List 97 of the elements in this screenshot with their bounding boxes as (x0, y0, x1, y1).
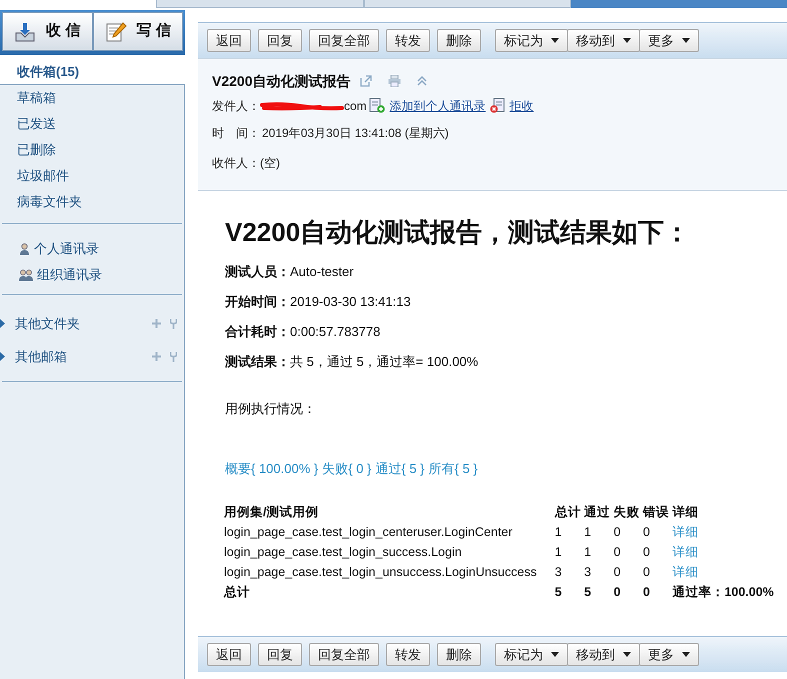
toolbar-button[interactable]: 移动到 (567, 643, 640, 666)
add-icon[interactable] (152, 352, 161, 361)
detail-link[interactable]: 详细 (672, 545, 698, 559)
toolbar-button[interactable]: 返回 (207, 643, 251, 666)
table-cell-text: 1 (554, 524, 563, 541)
table-cell-text: 通过率：100.00% (672, 584, 775, 601)
folder-item[interactable]: 垃圾邮件 (0, 163, 185, 189)
table-cell-text: 3 (584, 564, 592, 581)
contacts-link[interactable]: 个人通讯录 (0, 236, 184, 262)
table-cell: 0 (643, 522, 672, 542)
person-icon (19, 243, 30, 255)
mail-subject: V2200自动化测试报告 (212, 72, 350, 90)
contacts-link[interactable]: 组织通讯录 (0, 262, 184, 288)
add-contact-icon[interactable] (368, 98, 385, 113)
mail-action-button[interactable]: 写 信 (92, 12, 183, 51)
recipient-label: 收件人： (212, 155, 260, 172)
table-cell-text: 1 (584, 524, 592, 541)
mail-action-button[interactable]: 收 信 (2, 12, 92, 51)
column-header: 详细 (672, 504, 700, 521)
table-cell-text: 5 (554, 584, 563, 601)
toolbar-button[interactable]: 转发 (386, 29, 430, 52)
time-label: 时 间： (212, 125, 260, 142)
browser-tab[interactable] (364, 0, 572, 8)
fact-value: 0:00:57.783778 (290, 323, 380, 342)
column-header: 用例集/测试用例 (224, 494, 555, 522)
toolbar-button[interactable]: 回复 (258, 643, 302, 666)
report-heading: V2200自动化测试报告，测试结果如下： (225, 216, 692, 249)
folder-item[interactable]: 病毒文件夹 (0, 189, 185, 215)
collapsed-arrow-icon[interactable] (0, 352, 5, 361)
detail-link[interactable]: 详细 (672, 525, 698, 539)
toolbar-button[interactable]: 更多 (639, 29, 699, 52)
people-icon (19, 269, 33, 281)
toolbar-button[interactable]: 返回 (207, 29, 251, 52)
fact-value: Auto-tester (290, 263, 354, 282)
print-icon[interactable] (388, 75, 402, 87)
inbox-download-icon (14, 20, 36, 42)
toolbar-button[interactable]: 回复全部 (309, 29, 379, 52)
recipient-value: (空) (260, 155, 280, 172)
filter-link[interactable]: 概要{ 100.00% } (225, 458, 318, 478)
table-cell-text: login_page_case.test_login_success.Login (224, 544, 463, 561)
table-cell: 0 (643, 582, 672, 602)
table-cell-text: login_page_case.test_login_centeruser.LoginCenter (224, 524, 514, 541)
table-cell-text: 0 (614, 584, 622, 601)
filter-link[interactable]: 所有{ 5 } (428, 458, 478, 478)
table-cell-text: 3 (554, 564, 563, 581)
folder-item[interactable]: 已发送 (0, 111, 185, 137)
table-cell-text: 5 (584, 584, 592, 601)
cases-title: 用例执行情况： (225, 400, 317, 418)
toolbar-button[interactable]: 标记为 (495, 29, 568, 52)
column-header: 总计 (554, 494, 584, 522)
toolbar-button[interactable]: 删除 (437, 643, 481, 666)
folder-item[interactable]: 草稿箱 (0, 85, 185, 111)
folder-item[interactable]: 已删除 (0, 137, 185, 163)
column-header: 失败 (614, 494, 644, 522)
detail-link[interactable]: 详细 (672, 565, 698, 579)
toolbar-button[interactable]: 标记为 (495, 643, 568, 666)
table-cell: login_page_case.test_login_unsuccess.LoginUnsuccess (224, 562, 555, 582)
sender-label: 发件人： (212, 98, 260, 114)
table-cell: 0 (643, 542, 672, 562)
time-value: 2019年03月30日 13:41:08 (星期六) (262, 125, 449, 142)
collapsed-arrow-icon[interactable] (0, 319, 5, 328)
wrench-icon[interactable] (170, 352, 177, 362)
table-cell-text: 0 (614, 524, 622, 541)
fact-label: 测试结果： (225, 353, 290, 372)
sender-address: com (344, 98, 367, 114)
table-cell-text: 0 (614, 544, 622, 561)
filter-link[interactable]: 失败{ 0 } (322, 458, 372, 478)
filter-link[interactable]: 通过{ 5 } (375, 458, 425, 478)
fact-label: 合计耗时： (225, 323, 290, 342)
notepad-pencil-icon (104, 20, 127, 42)
toolbar-button[interactable]: 回复 (258, 29, 302, 52)
toolbar-button[interactable]: 移动到 (567, 29, 640, 52)
wrench-icon[interactable] (170, 318, 177, 328)
column-header: 通过 (584, 494, 614, 522)
browser-tab[interactable] (156, 0, 364, 8)
toolbar-button[interactable]: 更多 (639, 643, 699, 666)
table-cell-text: 1 (584, 544, 592, 561)
toolbar-button[interactable]: 转发 (386, 643, 430, 666)
popout-icon[interactable] (360, 75, 372, 87)
add-icon[interactable] (152, 319, 161, 328)
table-cell: 总计 (224, 582, 555, 602)
section-title[interactable]: 其他文件夹 (15, 314, 152, 334)
add-contact-link[interactable]: 添加到个人通讯录 (390, 96, 486, 114)
reject-icon[interactable] (490, 98, 506, 113)
section-title[interactable]: 其他邮箱 (15, 346, 152, 366)
fact-value: 共 5，通过 5，通过率= 100.00% (290, 353, 478, 372)
table-cell-text: 1 (554, 544, 563, 561)
column-header: 错误 (643, 494, 672, 522)
reject-link[interactable]: 拒收 (510, 96, 534, 114)
fact-label: 开始时间： (225, 293, 290, 312)
fact-label: 测试人员： (225, 263, 290, 282)
table-cell-text: 0 (614, 564, 622, 581)
toolbar-button[interactable]: 回复全部 (309, 643, 379, 666)
table-cell: 0 (643, 562, 672, 582)
fact-value: 2019-03-30 13:41:13 (290, 293, 411, 312)
collapse-icon[interactable] (417, 76, 428, 86)
toolbar-button[interactable]: 删除 (437, 29, 481, 52)
